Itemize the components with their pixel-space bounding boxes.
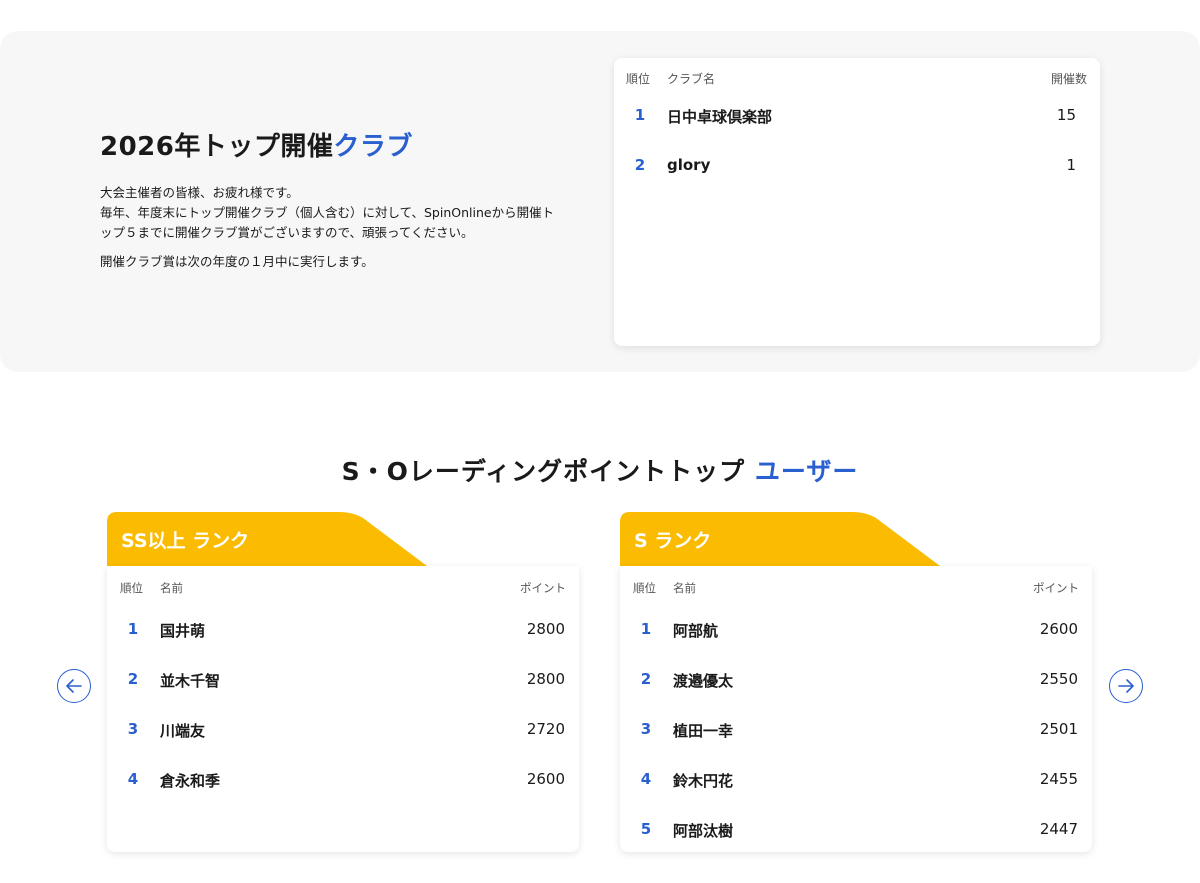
row-count: 1 — [1066, 156, 1076, 174]
row-name: 国井萌 — [160, 622, 206, 640]
header-points: ポイント — [520, 581, 566, 595]
row-points: 2800 — [526, 620, 565, 638]
row-club-name: 日中卓球倶楽部 — [667, 108, 773, 126]
ranking-table-s: 順位 名前 ポイント 1 阿部航 2600 2 渡邉優太 2550 3 植田一幸… — [620, 566, 1092, 852]
row-name: 鈴木円花 — [673, 772, 734, 790]
row-rank: 4 — [127, 770, 139, 788]
header-name: 名前 — [160, 581, 183, 595]
table-row[interactable]: 1 阿部航 2600 — [620, 614, 1092, 664]
row-rank: 2 — [634, 156, 646, 174]
table-row[interactable]: 2 glory 1 — [614, 142, 1100, 192]
row-rank: 4 — [640, 770, 652, 788]
row-points: 2455 — [1039, 770, 1078, 788]
row-name: 植田一幸 — [673, 722, 734, 740]
row-name: 並木千智 — [160, 672, 221, 690]
table-row[interactable]: 2 並木千智 2800 — [107, 664, 579, 714]
prev-button[interactable] — [57, 669, 91, 703]
club-section-title: 2026年トップ開催クラブ — [100, 132, 413, 162]
rating-section-title: S・Oレーディングポイントトップ ユーザー — [341, 457, 859, 486]
table-row[interactable]: 1 日中卓球倶楽部 15 — [614, 92, 1100, 142]
club-intro: 2026年トップ開催クラブ 大会主催者の皆様、お疲れ様です。 毎年、年度末にトッ… — [100, 131, 590, 272]
table-row[interactable]: 3 植田一幸 2501 — [620, 714, 1092, 764]
club-award-note: 開催クラブ賞は次の年度の１月中に実行します。 — [100, 254, 374, 269]
table-row[interactable]: 3 川端友 2720 — [107, 714, 579, 764]
row-count: 15 — [1056, 106, 1076, 124]
header-points: ポイント — [1033, 581, 1079, 595]
row-name: 阿部航 — [673, 622, 719, 640]
row-name: 阿部汰樹 — [673, 822, 734, 840]
row-points: 2720 — [526, 720, 565, 738]
row-points: 2550 — [1039, 670, 1078, 688]
club-ranking-table: 順位 クラブ名 開催数 1 日中卓球倶楽部 15 2 glory 1 — [614, 58, 1100, 346]
row-rank: 5 — [640, 820, 652, 838]
row-name: 川端友 — [160, 722, 206, 740]
row-rank: 1 — [634, 106, 646, 124]
row-rank: 3 — [127, 720, 139, 738]
table-row[interactable]: 4 倉永和季 2600 — [107, 764, 579, 814]
header-club-name: クラブ名 — [667, 72, 716, 86]
table-row[interactable]: 2 渡邉優太 2550 — [620, 664, 1092, 714]
row-points: 2600 — [1039, 620, 1078, 638]
rank-tab-ss[interactable]: SS以上 ランク — [107, 512, 427, 566]
tab-label: SS以上 ランク — [121, 530, 250, 552]
table-row[interactable]: 4 鈴木円花 2455 — [620, 764, 1092, 814]
arrow-right-icon — [1118, 679, 1134, 693]
row-rank: 1 — [127, 620, 139, 638]
row-club-name: glory — [667, 156, 711, 174]
header-count: 開催数 — [1050, 72, 1087, 86]
row-rank: 2 — [640, 670, 652, 688]
header-rank: 順位 — [120, 581, 143, 595]
next-button[interactable] — [1109, 669, 1143, 703]
header-name: 名前 — [673, 581, 696, 595]
ranking-table-ss: 順位 名前 ポイント 1 国井萌 2800 2 並木千智 2800 3 川端友 … — [107, 566, 579, 852]
row-rank: 2 — [127, 670, 139, 688]
row-points: 2501 — [1039, 720, 1078, 738]
arrow-left-icon — [66, 679, 82, 693]
row-rank: 3 — [640, 720, 652, 738]
tab-label: S ランク — [634, 530, 712, 552]
row-name: 倉永和季 — [160, 772, 221, 790]
table-row[interactable]: 1 国井萌 2800 — [107, 614, 579, 664]
row-points: 2447 — [1039, 820, 1078, 838]
row-name: 渡邉優太 — [673, 672, 734, 690]
rank-tab-s[interactable]: S ランク — [620, 512, 940, 566]
header-rank: 順位 — [633, 581, 656, 595]
row-points: 2800 — [526, 670, 565, 688]
row-points: 2600 — [526, 770, 565, 788]
club-description: 大会主催者の皆様、お疲れ様です。 毎年、年度末にトップ開催クラブ（個人含む）に対… — [100, 185, 555, 240]
row-rank: 1 — [640, 620, 652, 638]
header-rank: 順位 — [626, 72, 651, 86]
table-row[interactable]: 5 阿部汰樹 2447 — [620, 814, 1092, 864]
